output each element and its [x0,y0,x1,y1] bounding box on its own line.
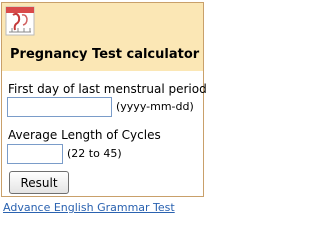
advance-english-grammar-link[interactable]: Advance English Grammar Test [3,201,175,214]
result-button[interactable]: Result [9,171,69,194]
widget-title: Pregnancy Test calculator [10,47,200,62]
pregnancy-calculator-widget: Pregnancy Test calculator First day of l… [1,2,207,197]
first-day-format-hint: (yyyy-mm-dd) [116,100,194,113]
first-day-label: First day of last menstrual period [8,82,207,96]
cycle-length-label: Average Length of Cycles [8,128,161,142]
cycle-length-input[interactable] [7,144,63,164]
widget-header: Pregnancy Test calculator [2,3,203,71]
first-day-input[interactable] [7,97,112,117]
cycle-length-range-hint: (22 to 45) [67,147,122,160]
pregnancy-calendar-logo-icon [5,6,35,36]
